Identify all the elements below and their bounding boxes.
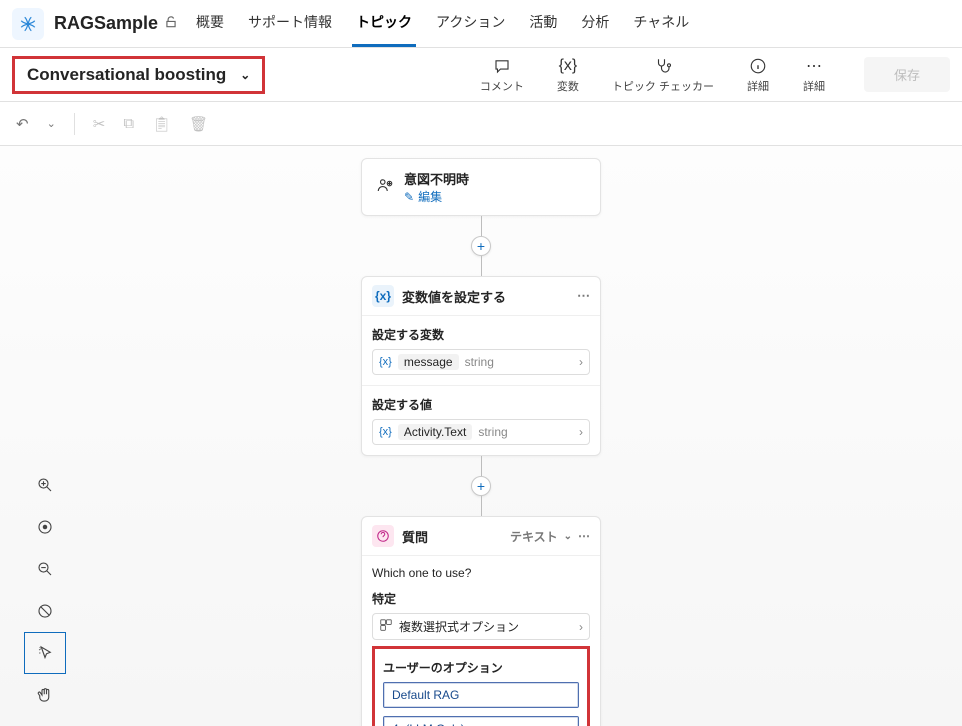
trigger-edit-label: 編集 [418, 188, 442, 205]
variable-icon: {x} [379, 356, 392, 368]
variable-icon: {x} [372, 285, 394, 307]
setvar-variable-label: 設定する変数 [372, 326, 590, 343]
variable-picker[interactable]: {x} message string › [372, 349, 590, 375]
chevron-down-icon[interactable]: ⌄ [564, 531, 572, 542]
pencil-icon: ✎ [404, 190, 414, 204]
user-options-label: ユーザーのオプション [383, 659, 579, 676]
nav-activity[interactable]: 活動 [525, 0, 561, 47]
node-menu-icon[interactable]: ⋯ [577, 288, 590, 304]
comment-button[interactable]: コメント [470, 52, 534, 98]
question-node[interactable]: 質問 テキスト ⌄ ⋯ Which one to use? 特定 複数選択式オプ… [361, 516, 601, 726]
undo-chevron-icon[interactable]: ⌄ [47, 117, 56, 130]
trigger-node[interactable]: 意図不明時 ✎ 編集 [361, 158, 601, 216]
nav-topics[interactable]: トピック [352, 0, 416, 47]
identify-label: 特定 [372, 590, 590, 607]
fit-button[interactable] [24, 506, 66, 548]
connector [481, 256, 601, 276]
variables-label: 変数 [557, 78, 579, 94]
detail-label: 詳細 [747, 78, 769, 94]
identify-picker[interactable]: 複数選択式オプション › [372, 613, 590, 640]
value-expression: Activity.Text [398, 424, 472, 440]
top-bar: RAGSample 概要 サポート情報 トピック アクション 活動 分析 チャネ… [0, 0, 962, 48]
app-logo [12, 8, 44, 40]
connector [481, 496, 601, 516]
nav-actions[interactable]: アクション [432, 0, 509, 47]
person-icon [376, 176, 394, 199]
identify-value: 複数選択式オプション [399, 618, 519, 635]
cut-icon[interactable]: ✂ [93, 115, 106, 133]
toolbar: コメント {x} 変数 トピック チェッカー 詳細 ⋯ 詳細 保存 [470, 52, 950, 98]
nav-overview[interactable]: 概要 [192, 0, 228, 47]
copilot-icon [18, 14, 38, 34]
top-nav: 概要 サポート情報 トピック アクション 活動 分析 チャネル [192, 0, 693, 47]
comment-icon [493, 56, 511, 76]
variable-type: string [465, 355, 494, 369]
question-icon [372, 525, 394, 547]
trigger-edit-link[interactable]: ✎ 編集 [404, 188, 469, 205]
authoring-canvas[interactable]: 意図不明時 ✎ 編集 + {x} 変数値を設定する ⋯ 設定する変数 {x} m… [0, 146, 962, 726]
more-icon: ⋯ [806, 56, 822, 76]
option-input-1[interactable]: Default RAG [383, 682, 579, 708]
value-picker[interactable]: {x} Activity.Text string › [372, 419, 590, 445]
delete-icon[interactable]: 🗑︎ [189, 115, 208, 133]
unlock-icon[interactable] [164, 15, 178, 32]
save-button[interactable]: 保存 [864, 57, 950, 92]
more-button[interactable]: ⋯ 詳細 [792, 52, 836, 98]
setvar-title: 変数値を設定する [402, 287, 506, 306]
connector [481, 456, 601, 476]
detail-button[interactable]: 詳細 [736, 52, 780, 98]
app-title: RAGSample [54, 13, 158, 34]
chevron-right-icon: › [579, 620, 583, 634]
node-menu-icon[interactable]: ⋯ [578, 529, 590, 543]
options-icon [379, 618, 393, 635]
add-node-button[interactable]: + [471, 236, 491, 256]
variable-icon: {x} [559, 56, 578, 76]
info-icon [749, 56, 767, 76]
topic-checker-label: トピック チェッカー [612, 78, 714, 94]
question-title: 質問 [402, 527, 428, 546]
chevron-right-icon: › [579, 355, 583, 369]
variables-button[interactable]: {x} 変数 [546, 52, 590, 98]
zoom-out-button[interactable] [24, 548, 66, 590]
setvar-value-label: 設定する値 [372, 396, 590, 413]
hand-button[interactable] [24, 674, 66, 716]
divider [74, 113, 75, 135]
nav-support[interactable]: サポート情報 [244, 0, 336, 47]
more-label: 詳細 [803, 78, 825, 94]
edit-toolbar: ↶ ⌄ ✂ ⧉ 📋︎ 🗑︎ [0, 102, 962, 146]
cursor-button[interactable] [24, 632, 66, 674]
comment-label: コメント [480, 78, 524, 94]
chevron-right-icon: › [579, 425, 583, 439]
variable-name: message [398, 354, 459, 370]
question-type-badge: テキスト [510, 528, 558, 545]
undo-button[interactable]: ↶ [16, 115, 29, 133]
paste-icon[interactable]: 📋︎ [152, 115, 171, 133]
question-prompt: Which one to use? [372, 566, 590, 580]
stethoscope-icon [654, 56, 672, 76]
topic-name: Conversational boosting [27, 65, 226, 85]
reset-button[interactable] [24, 590, 66, 632]
set-variable-node[interactable]: {x} 変数値を設定する ⋯ 設定する変数 {x} message string… [361, 276, 601, 456]
add-node-button[interactable]: + [471, 476, 491, 496]
connector [481, 216, 601, 236]
user-options-section: ユーザーのオプション Default RAG 4o(LLM Only) Naiv… [372, 646, 590, 726]
variable-icon: {x} [379, 426, 392, 438]
nav-channels[interactable]: チャネル [629, 0, 693, 47]
flow-column: 意図不明時 ✎ 編集 + {x} 変数値を設定する ⋯ 設定する変数 {x} m… [361, 146, 601, 726]
value-type: string [478, 425, 507, 439]
chevron-down-icon: ⌄ [240, 68, 250, 82]
topic-checker-button[interactable]: トピック チェッカー [602, 52, 724, 98]
topic-dropdown[interactable]: Conversational boosting ⌄ [12, 56, 265, 94]
zoom-in-button[interactable] [24, 464, 66, 506]
option-input-2[interactable]: 4o(LLM Only) [383, 716, 579, 726]
nav-analytics[interactable]: 分析 [577, 0, 613, 47]
topic-bar: Conversational boosting ⌄ コメント {x} 変数 トピ… [0, 48, 962, 102]
copy-icon[interactable]: ⧉ [123, 115, 134, 132]
canvas-tool-palette [24, 464, 66, 716]
trigger-title: 意図不明時 [404, 169, 469, 188]
